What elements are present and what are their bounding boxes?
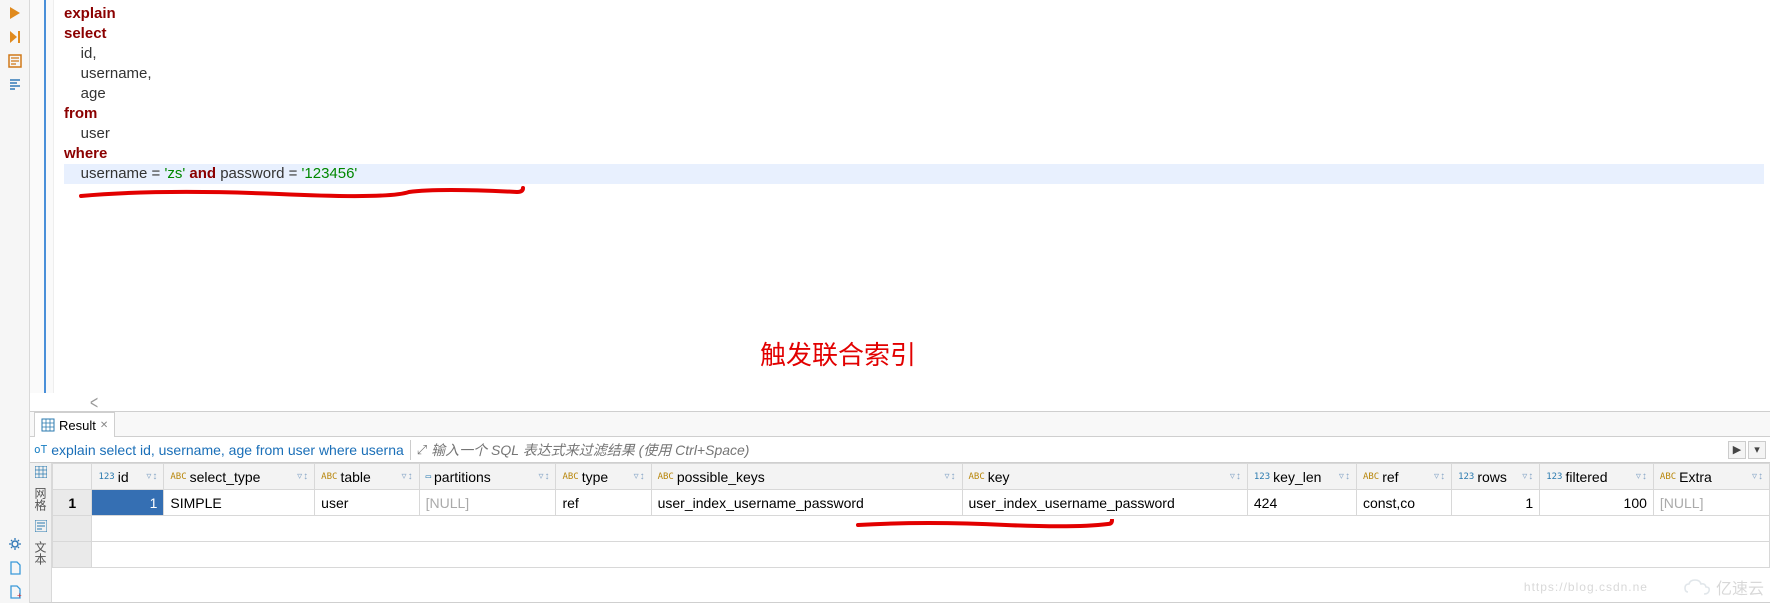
nav-buttons: ▶ ▾ bbox=[1728, 441, 1766, 459]
col-id[interactable]: 123id▿↕ bbox=[92, 464, 164, 490]
nav-menu-icon[interactable]: ▾ bbox=[1748, 441, 1766, 459]
step-icon[interactable] bbox=[4, 26, 26, 48]
table-header-row: 123id▿↕ ABCselect_type▿↕ ABCtable▿↕ ▭par… bbox=[53, 464, 1770, 490]
tab-result-label: Result bbox=[59, 418, 96, 433]
settings-icon[interactable] bbox=[4, 533, 26, 555]
kw-explain: explain bbox=[64, 5, 116, 22]
cell-key_len[interactable]: 424 bbox=[1247, 490, 1356, 516]
cell-table[interactable]: user bbox=[315, 490, 419, 516]
editor-gutter bbox=[30, 0, 54, 393]
cell-rows[interactable]: 1 bbox=[1452, 490, 1540, 516]
results-area: 网格 文本 123id▿↕ ABCselect_type▿↕ ABCtable▿… bbox=[30, 463, 1770, 603]
col-ref[interactable]: ABCref▿↕ bbox=[1356, 464, 1451, 490]
col-rows[interactable]: 123rows▿↕ bbox=[1452, 464, 1540, 490]
watermark: https://blog.csdn.ne 亿速云 bbox=[1524, 575, 1764, 599]
filter-icon[interactable]: ▿ bbox=[146, 471, 151, 482]
filter-input[interactable] bbox=[431, 442, 1724, 458]
plan-icon[interactable] bbox=[4, 50, 26, 72]
col-table[interactable]: ABCtable▿↕ bbox=[315, 464, 419, 490]
kw-from: from bbox=[64, 105, 97, 122]
close-icon[interactable]: ✕ bbox=[100, 420, 108, 431]
col-filtered[interactable]: 123filtered▿↕ bbox=[1540, 464, 1654, 490]
cell-filtered[interactable]: 100 bbox=[1540, 490, 1654, 516]
cell-ref[interactable]: const,co bbox=[1356, 490, 1451, 516]
col-key_len[interactable]: 123key_len▿↕ bbox=[1247, 464, 1356, 490]
cell-id[interactable]: 1 bbox=[92, 490, 164, 516]
cell-Extra[interactable]: [NULL] bbox=[1653, 490, 1769, 516]
grid-icon bbox=[41, 418, 55, 432]
col-type[interactable]: ABCtype▿↕ bbox=[556, 464, 651, 490]
rowhead-header bbox=[53, 464, 92, 490]
cell-partitions[interactable]: [NULL] bbox=[419, 490, 556, 516]
annotation-text: 触发联合索引 bbox=[760, 335, 916, 372]
expand-icon[interactable]: ⤢ bbox=[417, 442, 427, 458]
kw-select: select bbox=[64, 25, 107, 42]
cell-key[interactable]: user_index_username_password bbox=[962, 490, 1247, 516]
cell-select_type[interactable]: SIMPLE bbox=[164, 490, 315, 516]
side-tab-grid[interactable]: 网格 bbox=[32, 483, 49, 515]
result-tabbar: Result ✕ bbox=[30, 411, 1770, 437]
hscroll-left[interactable]: < bbox=[30, 393, 1770, 411]
grid-view-icon[interactable] bbox=[33, 465, 49, 479]
text-view-icon[interactable] bbox=[33, 519, 49, 533]
left-toolbar: + bbox=[0, 0, 30, 603]
col-partitions[interactable]: ▭partitions▿↕ bbox=[419, 464, 556, 490]
results-side-tabs: 网格 文本 bbox=[30, 463, 52, 602]
col-key[interactable]: ABCkey▿↕ bbox=[962, 464, 1247, 490]
svg-text:+: + bbox=[17, 591, 22, 599]
sql-preview-text[interactable]: explain select id, username, age from us… bbox=[51, 442, 404, 458]
new-script-icon[interactable]: + bbox=[4, 581, 26, 603]
cell-type[interactable]: ref bbox=[556, 490, 651, 516]
row-index[interactable]: 1 bbox=[53, 490, 92, 516]
side-tab-text[interactable]: 文本 bbox=[32, 537, 49, 569]
nav-right-icon[interactable]: ▶ bbox=[1728, 441, 1746, 459]
tab-result[interactable]: Result ✕ bbox=[34, 412, 115, 437]
col-possible_keys[interactable]: ABCpossible_keys▿↕ bbox=[651, 464, 962, 490]
table-row[interactable] bbox=[53, 542, 1770, 568]
explain-bar: oT explain select id, username, age from… bbox=[30, 437, 1770, 463]
cell-possible_keys[interactable]: user_index_username_password bbox=[651, 490, 962, 516]
sql-preview-icon: oT bbox=[34, 443, 47, 456]
kw-where: where bbox=[64, 145, 107, 162]
table-row[interactable]: 1 1 SIMPLE user [NULL] ref user_index_us… bbox=[53, 490, 1770, 516]
annotation-underline-1 bbox=[79, 186, 529, 206]
run-icon[interactable] bbox=[4, 2, 26, 24]
results-table: 123id▿↕ ABCselect_type▿↕ ABCtable▿↕ ▭par… bbox=[52, 463, 1770, 568]
table-row[interactable] bbox=[53, 516, 1770, 542]
col-Extra[interactable]: ABCExtra▿↕ bbox=[1653, 464, 1769, 490]
sort-icon[interactable]: ↕ bbox=[152, 471, 157, 482]
col-select_type[interactable]: ABCselect_type▿↕ bbox=[164, 464, 315, 490]
page-icon[interactable] bbox=[4, 557, 26, 579]
format-icon[interactable] bbox=[4, 74, 26, 96]
